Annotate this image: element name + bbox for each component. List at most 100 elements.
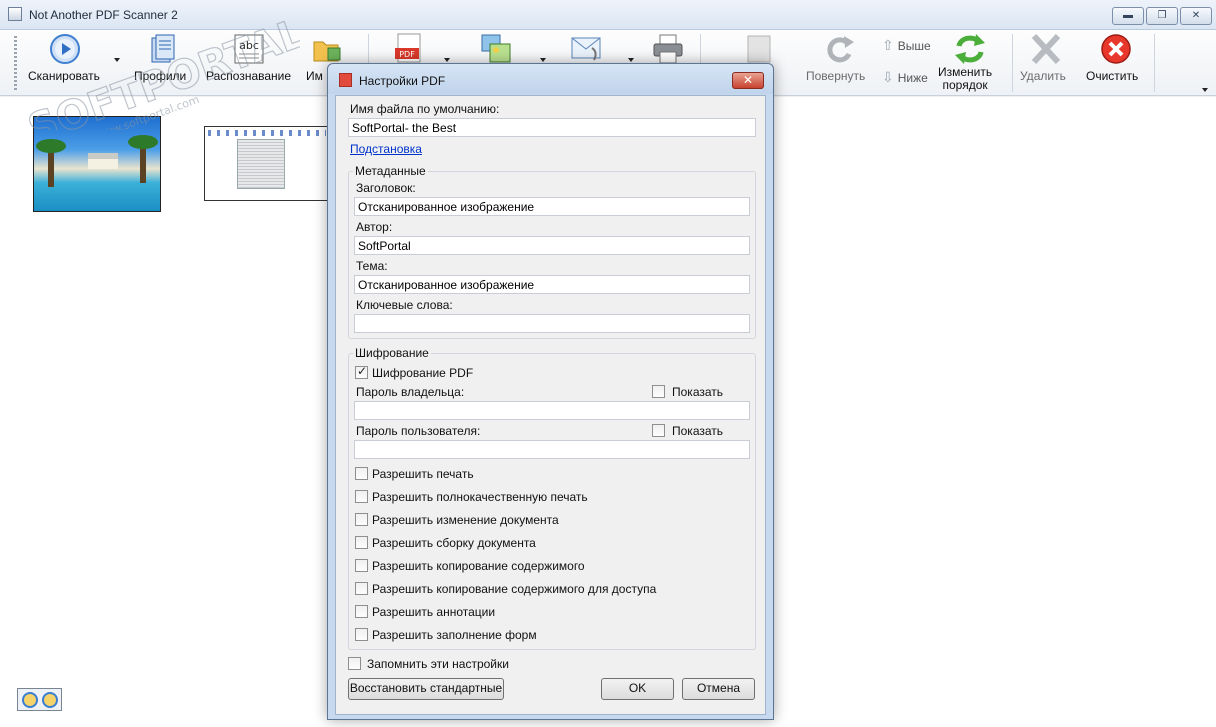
clear-label: Очистить — [1086, 69, 1139, 83]
restore-defaults-button[interactable]: Восстановить стандартные — [348, 678, 504, 700]
profiles-label: Профили — [134, 69, 187, 83]
permission-checkbox[interactable] — [355, 605, 368, 618]
thumbnail-palm — [140, 143, 146, 183]
author-label: Автор: — [356, 220, 393, 234]
zoom-in-icon[interactable] — [42, 692, 58, 708]
save-image-button[interactable] — [476, 32, 516, 66]
permission-label: Разрешить изменение документа — [372, 513, 559, 527]
svg-text:abc: abc — [239, 39, 259, 52]
maximize-button[interactable]: ❐ — [1146, 7, 1178, 25]
owner-password-field[interactable] — [354, 401, 750, 420]
owner-show-checkbox[interactable] — [652, 385, 665, 398]
scan-button[interactable]: Сканировать — [28, 32, 102, 83]
remember-settings-label: Запомнить эти настройки — [367, 657, 509, 671]
pdf-icon: PDF — [390, 32, 426, 66]
thumbnail-toolbar — [208, 130, 326, 136]
subject-field[interactable]: Отсканированное изображение — [354, 275, 750, 294]
ocr-button[interactable]: abc Распознавание — [206, 32, 292, 83]
pdf-dropdown-arrow[interactable] — [444, 58, 450, 62]
email-icon — [568, 32, 604, 66]
toolbar-grip — [14, 36, 17, 92]
pdf-icon — [339, 73, 352, 87]
scan-label: Сканировать — [28, 69, 100, 83]
edit-icon — [742, 32, 778, 66]
delete-button[interactable]: Удалить — [1020, 32, 1072, 83]
ocr-icon: abc — [231, 32, 267, 66]
clear-icon — [1098, 32, 1134, 66]
permission-checkbox[interactable] — [355, 513, 368, 526]
reorder-icon — [952, 32, 988, 66]
toolbar-separator — [1012, 34, 1013, 92]
move-up-button[interactable]: ⇧ Выше — [882, 37, 931, 54]
thumbnail-leaf — [36, 139, 66, 153]
move-down-button[interactable]: ⇩ Ниже — [882, 69, 928, 86]
email-dropdown-arrow[interactable] — [628, 58, 634, 62]
permission-label: Разрешить копирование содержимого для до… — [372, 582, 657, 596]
remember-settings-checkbox[interactable] — [348, 657, 361, 670]
ok-button[interactable]: OK — [601, 678, 674, 700]
thumbnail-palm — [48, 147, 54, 187]
permission-label: Разрешить печать — [372, 467, 474, 481]
dialog-body: Имя файла по умолчанию: SoftPortal- the … — [335, 95, 766, 715]
placeholders-link[interactable]: Подстановка — [350, 142, 422, 156]
reorder-label: Изменить порядок — [938, 65, 993, 92]
scan-dropdown-arrow[interactable] — [114, 58, 120, 62]
print-button[interactable] — [648, 32, 688, 66]
thumbnail-dialog — [237, 139, 285, 189]
default-filename-field[interactable]: SoftPortal- the Best — [348, 118, 756, 137]
user-show-checkbox[interactable] — [652, 424, 665, 437]
zoom-out-icon[interactable] — [22, 692, 38, 708]
dialog-close-button[interactable]: ✕ — [732, 72, 764, 89]
permission-checkbox[interactable] — [355, 559, 368, 572]
minimize-button[interactable]: ▬ — [1112, 7, 1144, 25]
permission-checkbox[interactable] — [355, 536, 368, 549]
app-icon — [8, 7, 22, 21]
user-show-label: Показать — [672, 424, 724, 438]
doc-title-label: Заголовок: — [356, 181, 416, 195]
user-password-field[interactable] — [354, 440, 750, 459]
encryption-group-title: Шифрование — [353, 346, 431, 360]
rotate-button[interactable]: Повернуть — [806, 32, 874, 83]
edit-button[interactable]: ие — [730, 32, 790, 83]
move-down-label: Ниже — [897, 71, 928, 85]
user-password-label: Пароль пользователя: — [356, 424, 481, 438]
author-field[interactable]: SoftPortal — [354, 236, 750, 255]
dialog-titlebar: Настройки PDF ✕ — [328, 64, 773, 94]
keywords-label: Ключевые слова: — [356, 298, 453, 312]
rotate-label: Повернуть — [806, 69, 866, 83]
reorder-button[interactable]: Изменить порядок — [938, 32, 1002, 92]
svg-text:PDF: PDF — [399, 50, 415, 59]
cancel-button[interactable]: Отмена — [682, 678, 755, 700]
rotate-icon — [822, 32, 858, 66]
printer-icon — [650, 32, 686, 66]
page-thumbnail[interactable] — [33, 116, 161, 212]
toolbar-overflow-arrow[interactable] — [1202, 88, 1208, 92]
profiles-button[interactable]: Профили — [134, 32, 190, 83]
permission-checkbox[interactable] — [355, 582, 368, 595]
permission-checkbox[interactable] — [355, 628, 368, 641]
thumbnail-building — [88, 153, 118, 169]
import-button[interactable]: Им — [306, 32, 346, 83]
subject-label: Тема: — [356, 259, 388, 273]
doc-title-field[interactable]: Отсканированное изображение — [354, 197, 750, 216]
play-circle-icon — [47, 32, 83, 66]
window-titlebar: Not Another PDF Scanner 2 ▬ ❐ ✕ — [0, 0, 1216, 30]
save-pdf-button[interactable]: PDF — [388, 32, 428, 66]
thumbnail-leaf — [128, 135, 158, 149]
permission-label: Разрешить заполнение форм — [372, 628, 537, 642]
page-thumbnail[interactable] — [204, 126, 328, 201]
arrow-up-icon: ⇧ — [882, 37, 894, 53]
image-dropdown-arrow[interactable] — [540, 58, 546, 62]
encrypt-pdf-checkbox[interactable] — [355, 364, 368, 379]
permission-label: Разрешить аннотации — [372, 605, 496, 619]
close-window-button[interactable]: ✕ — [1180, 7, 1212, 25]
permission-checkbox[interactable] — [355, 490, 368, 503]
zoom-controls — [17, 688, 62, 711]
keywords-field[interactable] — [354, 314, 750, 333]
clear-button[interactable]: Очистить — [1086, 32, 1146, 83]
move-up-label: Выше — [897, 39, 931, 53]
email-button[interactable] — [566, 32, 606, 66]
permission-checkbox[interactable] — [355, 467, 368, 480]
import-label: Им — [306, 69, 323, 83]
delete-label: Удалить — [1020, 69, 1066, 83]
